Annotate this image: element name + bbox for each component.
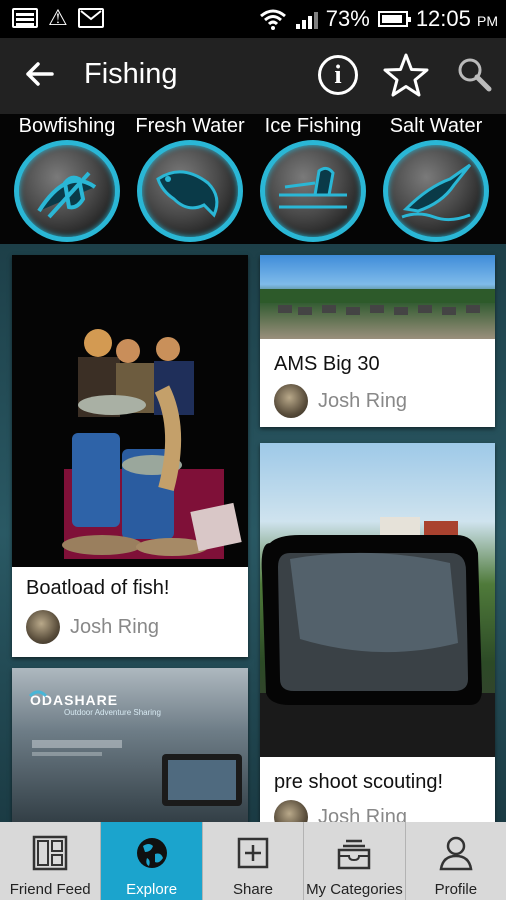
battery-percent: 73% <box>325 6 370 31</box>
page-title: Fishing <box>84 58 178 90</box>
marlin-icon <box>383 140 489 242</box>
post-caption: Boatload of fish! <box>26 577 170 599</box>
bowfishing-icon <box>14 140 120 242</box>
explore-feed[interactable]: Boatload of fish! Josh Ring AMS Big 30 J… <box>0 244 506 822</box>
battery-icon <box>377 11 411 27</box>
category-bowfishing[interactable]: Bowfishing <box>7 114 127 242</box>
feed-card-ams-big-30[interactable]: AMS Big 30 Josh Ring <box>260 255 495 427</box>
tab-friend-feed[interactable]: Friend Feed <box>0 822 102 900</box>
category-ice-fishing[interactable]: Ice Fishing <box>253 114 373 242</box>
feed-grid-icon <box>32 835 68 871</box>
person-icon <box>439 836 473 871</box>
signal-icon <box>295 9 318 29</box>
gmail-icon <box>77 8 104 28</box>
tray-stack-icon <box>338 839 371 870</box>
tab-my-categories[interactable]: My Categories <box>304 822 406 900</box>
bottom-navigation: Friend Feed Explore Share My Categories … <box>0 822 506 900</box>
post-photo[interactable]: ODASHARE Outdoor Adventure Sharing <box>12 668 248 822</box>
clock: 12:05 PM <box>415 6 498 31</box>
post-author[interactable]: Josh Ring <box>274 383 407 419</box>
plus-square-icon <box>237 837 269 869</box>
post-caption: AMS Big 30 <box>274 353 380 375</box>
category-fresh-water[interactable]: Fresh Water <box>130 114 250 242</box>
post-author[interactable]: Josh Ring <box>26 609 159 645</box>
category-salt-water[interactable]: Salt Water <box>376 114 496 242</box>
tab-profile[interactable]: Profile <box>406 822 506 900</box>
post-photo[interactable] <box>260 443 495 757</box>
avatar <box>274 384 308 418</box>
tab-explore[interactable]: Explore <box>101 822 203 900</box>
tab-share[interactable]: Share <box>203 822 305 900</box>
action-bar: Fishing i <box>0 38 506 114</box>
post-photo[interactable] <box>260 255 495 339</box>
avatar <box>26 610 60 644</box>
post-photo[interactable] <box>12 255 248 567</box>
avatar <box>274 800 308 822</box>
post-caption: pre shoot scouting! <box>274 771 443 793</box>
bass-fish-icon <box>137 140 243 242</box>
gallery-notification-icon <box>12 8 38 28</box>
arrow-left-icon[interactable] <box>24 58 56 90</box>
star-icon[interactable] <box>383 52 429 98</box>
status-bar: ⚠ 73% 12:05 PM <box>0 0 506 38</box>
globe-icon <box>136 838 167 868</box>
feed-card-pre-shoot-scouting[interactable]: pre shoot scouting! Josh Ring <box>260 443 495 822</box>
info-icon[interactable]: i <box>318 55 358 95</box>
warning-icon: ⚠ <box>48 5 68 30</box>
post-author[interactable]: Josh Ring <box>274 799 407 822</box>
feed-card-odashare[interactable]: ODASHARE Outdoor Adventure Sharing <box>12 668 248 822</box>
ice-fishing-icon <box>260 140 366 242</box>
wifi-icon <box>259 9 286 30</box>
feed-card-boatload[interactable]: Boatload of fish! Josh Ring <box>12 255 248 657</box>
category-strip: Bowfishing Fresh Water Ice Fishing Salt … <box>0 114 506 244</box>
search-icon[interactable] <box>456 56 492 92</box>
